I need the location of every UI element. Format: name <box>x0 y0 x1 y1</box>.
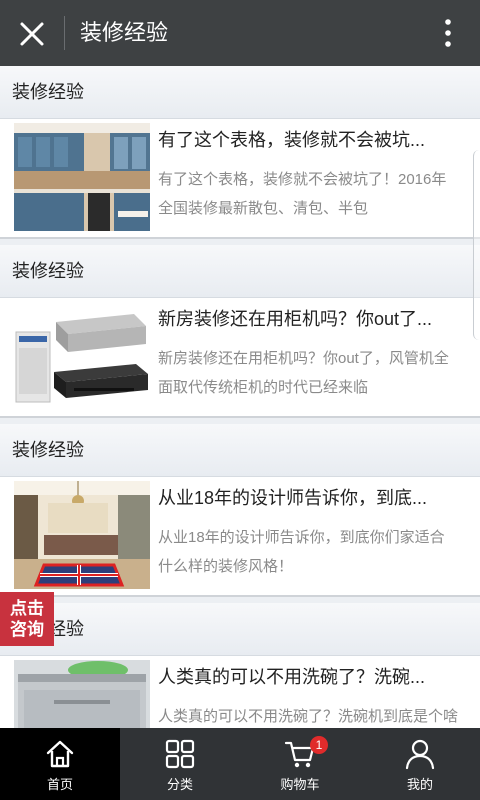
article-description: 从业18年的设计师告诉你，到底你们家适合什么样的装修风格！ <box>158 529 445 575</box>
tab-category[interactable]: 分类 <box>120 728 240 800</box>
section-category: 装修经验 <box>0 66 480 119</box>
tab-profile[interactable]: 我的 <box>360 728 480 800</box>
tab-label: 首页 <box>46 777 73 792</box>
section-category: 装修经验 <box>0 245 480 298</box>
top-bar: 装修经验 <box>0 0 480 66</box>
article-thumbnail-air-conditioner[interactable] <box>14 302 150 410</box>
more-options-icon[interactable] <box>444 18 452 48</box>
article-feed[interactable]: 装修经验 有了这个表格，装修就不会被坑... 有了这个表格，装修就不会被坑了！2… <box>0 66 480 728</box>
article-section: 装修经验 人类真的可以不用洗碗了？洗碗... 人类真的可以不用洗碗了？洗碗机到底… <box>0 603 480 728</box>
article-title[interactable]: 人类真的可以不用洗碗了？洗碗... <box>158 664 462 690</box>
scroll-indicator <box>473 150 480 340</box>
article-thumbnail-dishwasher[interactable] <box>14 660 150 728</box>
tab-label: 购物车 <box>280 777 320 792</box>
article-item[interactable]: 人类真的可以不用洗碗了？洗碗... 人类真的可以不用洗碗了？洗碗机到底是个啥玩意… <box>0 656 480 728</box>
article-thumbnail-living-room[interactable] <box>14 481 150 589</box>
article-item[interactable]: 有了这个表格，装修就不会被坑... 有了这个表格，装修就不会被坑了！2016年全… <box>0 119 480 237</box>
article-title[interactable]: 新房装修还在用柜机吗？你out了... <box>158 306 462 332</box>
bottom-tab-bar: 首页 分类 1 购物车 我的 <box>0 728 480 800</box>
close-icon[interactable] <box>18 20 46 48</box>
page-title: 装修经验 <box>80 20 169 45</box>
article-item[interactable]: 从业18年的设计师告诉你，到底... 从业18年的设计师告诉你，到底你们家适合什… <box>0 477 480 595</box>
article-section: 装修经验 新房装修还在用柜机吗？你out了... 新房装修还在用柜机吗？你out… <box>0 245 480 418</box>
article-item[interactable]: 新房装修还在用柜机吗？你out了... 新房装修还在用柜机吗？你out了，风管机… <box>0 298 480 416</box>
article-description: 有了这个表格，装修就不会被坑了！2016年全国装修最新散包、清包、半包 <box>158 171 447 217</box>
article-title[interactable]: 从业18年的设计师告诉你，到底... <box>158 485 462 511</box>
header-divider <box>64 16 65 50</box>
tab-cart[interactable]: 1 购物车 <box>240 728 360 800</box>
article-section: 装修经验 <box>0 66 480 239</box>
section-category: 装修经验 <box>0 424 480 477</box>
article-thumbnail-kitchen[interactable] <box>14 123 150 231</box>
tab-home[interactable]: 首页 <box>0 728 120 800</box>
cart-count-badge: 1 <box>310 736 328 754</box>
article-title[interactable]: 有了这个表格，装修就不会被坑... <box>158 127 462 153</box>
consult-button[interactable]: 点击咨询 <box>0 592 54 646</box>
home-icon <box>46 740 74 768</box>
tab-label: 我的 <box>406 777 433 792</box>
section-category: 装修经验 <box>0 603 480 656</box>
user-icon <box>405 739 435 770</box>
article-section: 装修经验 <box>0 424 480 597</box>
tab-label: 分类 <box>166 777 193 792</box>
article-description: 新房装修还在用柜机吗？你out了，风管机全面取代传统柜机的时代已经来临 <box>158 350 449 396</box>
article-description: 人类真的可以不用洗碗了？洗碗机到底是个啥玩意儿 <box>158 708 458 725</box>
grid-icon <box>165 739 195 769</box>
